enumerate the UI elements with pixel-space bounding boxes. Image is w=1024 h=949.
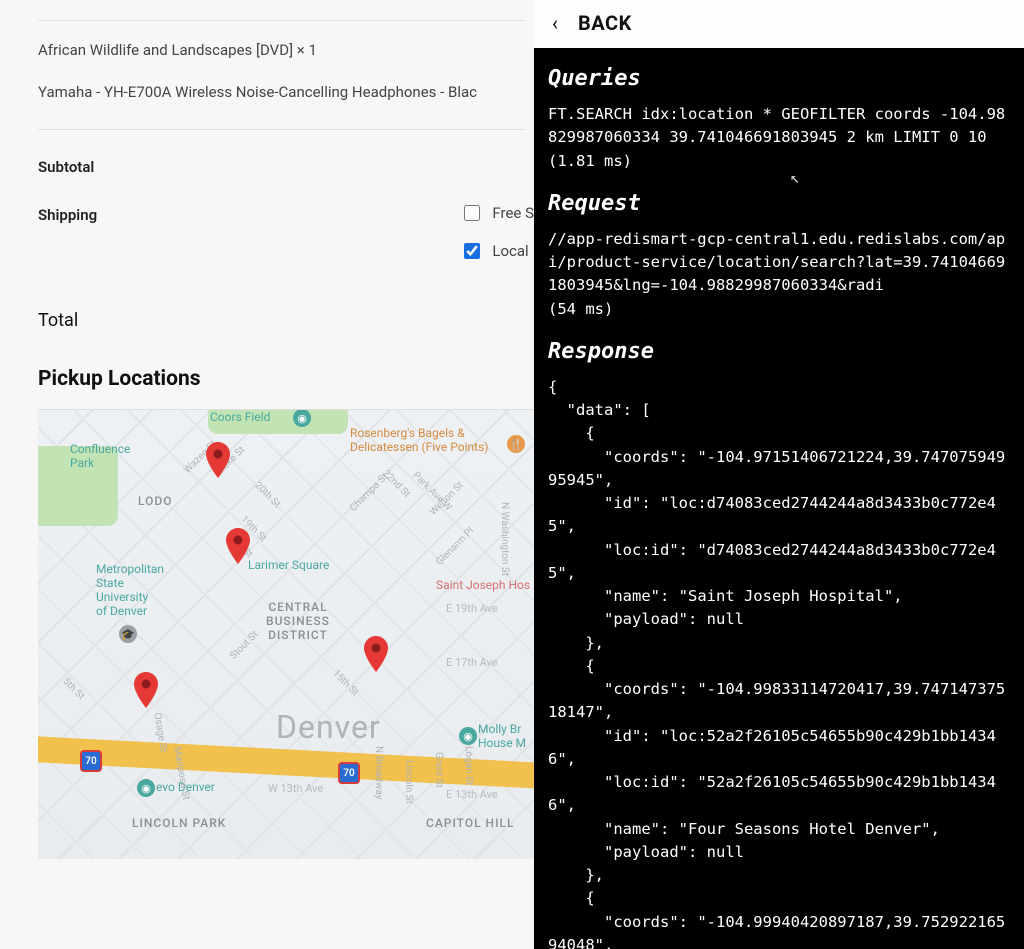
shipping-option-free[interactable]: Free S — [464, 204, 534, 222]
map-label: Saint Joseph Hos — [436, 578, 530, 592]
queries-body: FT.SEARCH idx:location * GEOFILTER coord… — [548, 103, 1014, 173]
poi-food-icon: 🍴 — [507, 435, 525, 453]
map-label: Metropolitan State University of Denver — [96, 562, 164, 618]
shipping-options: Free S Local — [464, 204, 534, 260]
poi-icon: ◉ — [137, 779, 155, 797]
poi-icon: ◉ — [459, 727, 477, 745]
shipping-row: Shipping Free S Local — [38, 206, 534, 260]
map-label: W 13th Ave — [268, 782, 323, 795]
map-label: Rosenberg's Bagels & Delicatessen (Five … — [350, 426, 488, 454]
street-label: N Washington St — [499, 502, 510, 576]
poi-stadium-icon: ◉ — [293, 409, 311, 427]
free-shipping-label: Free S — [492, 204, 534, 222]
map-marker-icon[interactable] — [134, 672, 158, 708]
street-label: Grant St — [433, 752, 444, 788]
map-label: LODO — [138, 494, 172, 508]
response-heading: Response — [548, 335, 1014, 368]
map-label: Confluence Park — [70, 442, 130, 470]
pickup-heading: Pickup Locations — [38, 367, 534, 391]
local-pickup-checkbox[interactable] — [464, 243, 480, 259]
map-marker-icon[interactable] — [206, 442, 230, 478]
map-label: CAPITOL HILL — [426, 816, 514, 830]
shipping-label: Shipping — [38, 206, 464, 224]
divider — [38, 129, 526, 130]
back-label: BACK — [578, 8, 632, 38]
map-label: Denver — [276, 708, 381, 746]
inspector-panel: ‹ BACK Queries FT.SEARCH idx:location * … — [534, 0, 1024, 949]
map-marker-icon[interactable] — [364, 636, 388, 672]
back-button[interactable]: ‹ BACK — [534, 0, 1024, 48]
back-arrow-icon: ‹ — [552, 13, 558, 33]
shipping-option-local[interactable]: Local — [464, 242, 534, 260]
poi-university-icon: 🎓 — [119, 625, 137, 643]
map-label: LINCOLN PARK — [132, 816, 226, 830]
map-label: E 17th Ave — [446, 656, 498, 669]
map-label: Larimer Square — [248, 558, 329, 572]
divider — [38, 20, 526, 21]
free-shipping-checkbox[interactable] — [464, 205, 480, 221]
street-label: N Broadway — [373, 746, 384, 800]
street-label: Lincoln St — [403, 760, 414, 804]
checkout-panel: African Wildlife and Landscapes [DVD] × … — [0, 0, 534, 949]
request-body: //app-redismart-gcp-central1.edu.redisla… — [548, 228, 1014, 321]
map-marker-icon[interactable] — [226, 528, 250, 564]
map-label: CENTRAL BUSINESS DISTRICT — [266, 600, 330, 642]
cart-item: Yamaha - YH-E700A Wireless Noise-Cancell… — [38, 83, 534, 101]
local-pickup-label: Local — [492, 242, 528, 260]
response-body: { "data": [ { "coords": "-104.9715140672… — [548, 376, 1014, 949]
cart-item: African Wildlife and Landscapes [DVD] × … — [38, 41, 534, 59]
map-label: Coors Field — [210, 410, 270, 424]
pickup-map[interactable]: 70 70 ◉ 🍴 🎓 ◉ ◉ Coors Field Rosenberg's … — [38, 409, 534, 859]
map-label: E 13th Ave — [446, 788, 498, 801]
total-label: Total — [38, 310, 534, 331]
map-label: E 19th Ave — [446, 602, 498, 615]
queries-heading: Queries — [548, 62, 1014, 95]
street-label: Logan St — [463, 746, 474, 785]
request-heading: Request — [548, 187, 1014, 220]
hwy-shield: 70 — [338, 762, 360, 784]
subtotal-label: Subtotal — [38, 158, 534, 176]
hwy-shield: 70 — [80, 750, 102, 772]
map-label: Molly Br House M — [478, 722, 526, 750]
